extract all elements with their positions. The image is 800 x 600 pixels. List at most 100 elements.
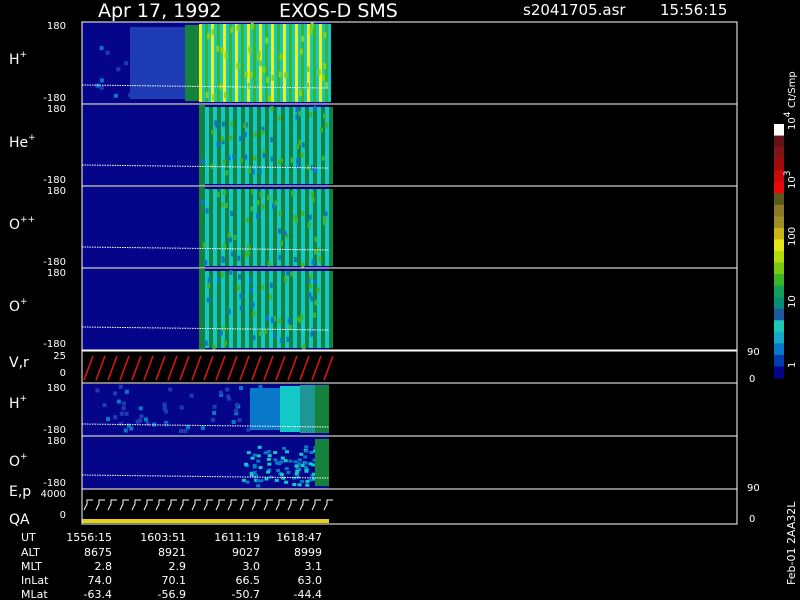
heatmap-cell (230, 27, 234, 34)
heatmap-cell (204, 259, 208, 265)
heatmap-cell (317, 271, 321, 348)
heatmap-cell (305, 483, 310, 487)
heatmap-cell (262, 152, 266, 158)
heatmap-cell (221, 189, 225, 266)
heatmap-cell (214, 24, 217, 102)
heatmap-cell (311, 463, 316, 467)
heatmap-cell (200, 425, 205, 430)
heatmap-cell (238, 274, 242, 280)
heatmap-cell (315, 385, 329, 433)
heatmap-cell (329, 107, 333, 184)
heatmap-cell (261, 271, 265, 348)
ephemeris-value: 1603:51 (140, 531, 186, 544)
header-start-time: 15:56:15 (660, 1, 727, 19)
heatmap-cell (299, 479, 304, 483)
heatmap-cell (207, 283, 211, 289)
heatmap-cell (297, 189, 301, 266)
heatmap-cell (251, 189, 255, 195)
heatmap-cell (253, 189, 257, 266)
heatmap-cell (262, 24, 265, 102)
heatmap-cell (263, 451, 268, 455)
colorbar-swatch (774, 227, 784, 240)
right-tick-top: 90 (747, 483, 760, 494)
ephemeris-value: 70.1 (162, 574, 187, 587)
heatmap-cell (270, 156, 274, 162)
heatmap-cell (237, 418, 242, 423)
heatmap-cell (229, 135, 233, 141)
heatmap-cell (259, 60, 263, 67)
heatmap-cell (233, 107, 237, 184)
heatmap-cell (265, 107, 269, 184)
heatmap-cell (211, 28, 215, 35)
heatmap-cell (256, 459, 261, 463)
heatmap-cell (207, 277, 211, 283)
heatmap-cell (234, 403, 239, 408)
heatmap-cell (324, 81, 328, 88)
header-instrument: EXOS-D SMS (279, 0, 398, 22)
heatmap-cell (99, 78, 104, 83)
heatmap-cell (323, 32, 327, 39)
heatmap-cell (223, 340, 227, 346)
heatmap-cell (313, 24, 316, 102)
ephemeris-value: 9027 (232, 546, 260, 559)
heatmap-cell (269, 189, 273, 266)
y-tick-bottom: -180 (43, 478, 66, 489)
heatmap-cell (130, 27, 185, 99)
colorbar-swatch (774, 251, 784, 264)
heatmap-cell (298, 111, 302, 117)
heatmap-cell (305, 107, 309, 184)
heatmap-cell (295, 469, 300, 473)
ephemeris-value: -44.4 (294, 588, 322, 600)
heatmap-cell (308, 283, 312, 289)
heatmap-cell (289, 24, 292, 102)
heatmap-cell (256, 454, 261, 458)
heatmap-cell (277, 189, 281, 266)
heatmap-cell (322, 215, 326, 221)
heatmap-cell (265, 24, 268, 102)
heatmap-cell (218, 390, 223, 395)
heatmap-cell (283, 459, 288, 463)
heatmap-cell (205, 189, 209, 266)
heatmap-cell (243, 123, 247, 129)
heatmap-cell (232, 24, 235, 102)
heatmap-cell (329, 189, 333, 266)
heatmap-cell (295, 158, 299, 164)
heatmap-cell (229, 24, 232, 102)
heatmap-cell (220, 47, 224, 54)
heatmap-cell (227, 155, 231, 161)
heatmap-cell (237, 255, 241, 261)
heatmap-cell (308, 214, 312, 220)
heatmap-cell (267, 195, 271, 201)
heatmap-cell (246, 427, 251, 432)
heatmap-cell (279, 53, 283, 60)
heatmap-cell (123, 428, 128, 433)
heatmap-cell (311, 197, 315, 203)
heatmap-cell (286, 336, 290, 342)
heatmap-cell (249, 287, 253, 293)
heatmap-cell (244, 252, 248, 258)
heatmap-cell (305, 479, 310, 483)
y-tick-bottom: -180 (43, 339, 66, 350)
heatmap-cell (113, 391, 118, 396)
heatmap-cell (261, 189, 265, 266)
heatmap-cell (229, 107, 233, 184)
header-date: Apr 17, 1992 (98, 0, 222, 22)
heatmap-cell (319, 127, 323, 133)
heatmap-cell (289, 271, 293, 348)
heatmap-cell (304, 445, 309, 449)
heatmap-cell (285, 450, 290, 454)
heatmap-cell (268, 95, 272, 102)
heatmap-cell (217, 189, 221, 266)
heatmap-cell (329, 271, 333, 348)
heatmap-cell (221, 256, 225, 262)
heatmap-cell (185, 425, 190, 430)
heatmap-cell (301, 262, 305, 268)
heatmap-cell (279, 240, 283, 246)
heatmap-cell (260, 129, 264, 135)
colorbar-tick-label: 10 (787, 295, 798, 308)
heatmap-cell (116, 67, 121, 72)
heatmap-cell (213, 189, 217, 266)
heatmap-cell (253, 24, 256, 102)
heatmap-cell (135, 419, 140, 424)
heatmap-cell (252, 335, 256, 341)
